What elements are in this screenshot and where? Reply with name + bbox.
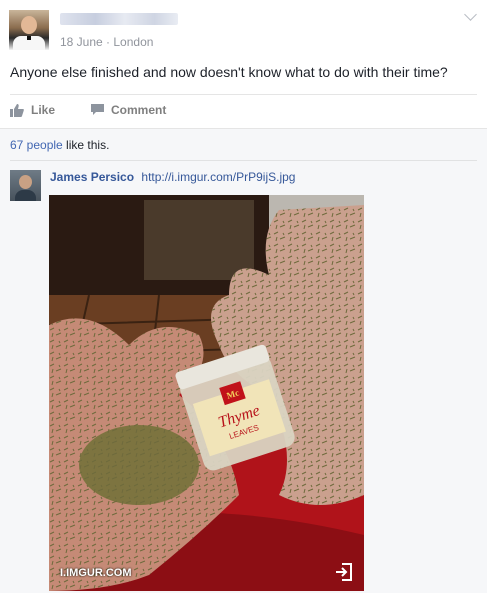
- comment-url-link[interactable]: http://i.imgur.com/PrP9ijS.jpg: [141, 170, 295, 184]
- likes-suffix: like this.: [62, 138, 110, 152]
- open-link-icon[interactable]: [334, 562, 354, 582]
- thumbs-up-icon: [10, 103, 24, 117]
- post-text: Anyone else finished and now doesn't kno…: [10, 64, 448, 80]
- comment-author-avatar[interactable]: [10, 170, 41, 201]
- comment-label: Comment: [111, 103, 167, 117]
- divider: [10, 160, 477, 161]
- post: 18 June · London Anyone else finished an…: [0, 0, 487, 128]
- photo-hands-thyme: Mc Thyme LEAVES: [49, 195, 364, 591]
- comment-author-link[interactable]: James Persico: [50, 170, 134, 184]
- comment-body: James Persico http://i.imgur.com/PrP9ijS…: [50, 170, 295, 184]
- post-author-avatar[interactable]: [9, 10, 49, 50]
- photo-source-label: I.IMGUR.COM: [60, 567, 132, 579]
- chevron-down-icon[interactable]: [464, 8, 477, 21]
- post-author-name-redacted[interactable]: [60, 13, 178, 25]
- comment-bubble-icon: [91, 104, 105, 115]
- like-label: Like: [31, 103, 56, 117]
- comment-photo-attachment[interactable]: Mc Thyme LEAVES I.IMGUR.COM: [49, 195, 364, 591]
- like-button[interactable]: Like: [10, 103, 55, 117]
- post-actions: Like Comment: [10, 103, 202, 117]
- divider: [10, 94, 477, 95]
- comment-button[interactable]: Comment: [91, 103, 166, 117]
- likes-count-link[interactable]: 67 people: [10, 138, 63, 152]
- post-meta: 18 June · London: [60, 35, 154, 49]
- likes-summary: 67 people like this.: [10, 138, 109, 152]
